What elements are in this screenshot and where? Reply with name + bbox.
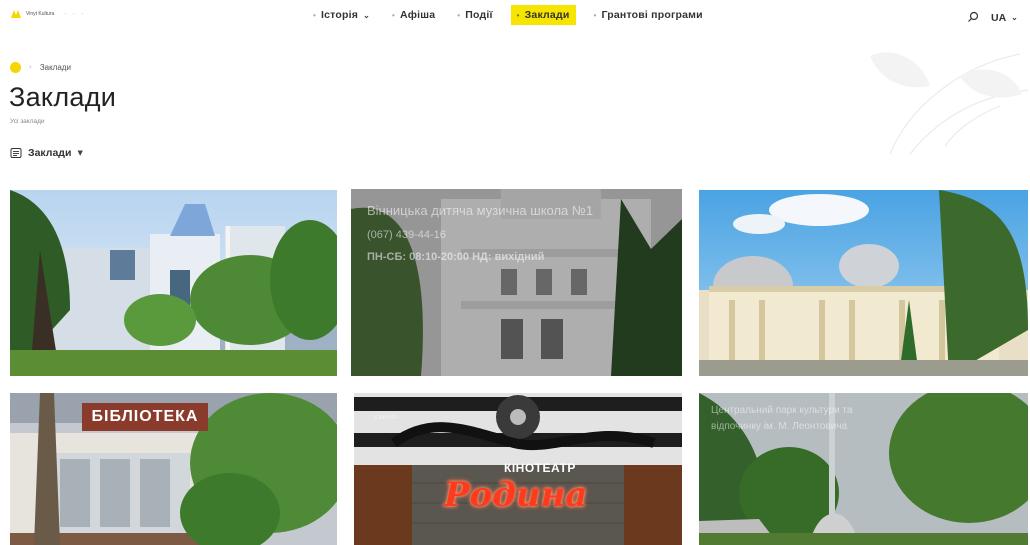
- nav-item-grants[interactable]: • Грантові програми: [590, 5, 707, 25]
- card-music-school[interactable]: Вінницька дитяча музична школа №1 (067) …: [351, 189, 682, 376]
- caret-down-icon: ▼: [77, 149, 83, 157]
- breadcrumb-current: Заклади: [39, 62, 71, 72]
- search-icon[interactable]: [967, 8, 979, 27]
- nav-label: Грантові програми: [601, 9, 703, 21]
- page-subtitle: Усі заклади: [10, 118, 45, 125]
- language-switcher[interactable]: UA ⌄: [991, 12, 1018, 24]
- nav-label: Афіша: [399, 9, 436, 21]
- logo-text: Vinyt Kultura: [26, 10, 55, 17]
- filter-label: Заклади: [28, 147, 72, 159]
- home-icon[interactable]: [10, 61, 21, 73]
- card-overlay-title: Вінницька дитяча музична школа №1: [367, 203, 594, 218]
- breadcrumb: › Заклади: [10, 61, 71, 73]
- nav-bullet-icon: •: [516, 10, 520, 20]
- chevron-down-icon: ⌄: [363, 10, 370, 20]
- card-overlay-phone: (067) 439-44-16: [367, 229, 446, 241]
- venue-photo: [699, 190, 1028, 376]
- card-museum-domed[interactable]: [699, 190, 1028, 376]
- category-filter[interactable]: Заклади ▼: [10, 146, 83, 160]
- site-logo[interactable]: Vinyt Kultura · · ·: [10, 9, 85, 19]
- nav-item-history[interactable]: • Історія ⌄: [309, 5, 374, 25]
- card-library[interactable]: БІБЛІОТЕКА: [10, 393, 337, 545]
- page-title: Заклади: [9, 82, 117, 112]
- nav-label: Події: [465, 9, 493, 21]
- library-sign: БІБЛІОТЕКА: [82, 403, 208, 431]
- card-overlay-hours: ПН-СБ: 08:10-20:00 НД: вихідний: [367, 251, 545, 263]
- filter-list-icon: [10, 148, 22, 158]
- nav-label: Історія: [321, 9, 359, 21]
- cinema-caption: КІНОТЕАТР: [504, 461, 576, 475]
- nav-bullet-icon: •: [457, 10, 461, 20]
- chevron-right-icon: ›: [29, 63, 32, 71]
- card-overlay-title: Центральний парк культури та: [711, 405, 853, 416]
- logo-dots: · · ·: [64, 10, 86, 18]
- card-park[interactable]: Центральний парк культури та відпочинку …: [699, 393, 1028, 545]
- header-tools: UA ⌄: [967, 8, 1018, 27]
- leaf-decoration-icon: [870, 52, 1029, 155]
- card-overlay-subtitle: відпочинку ім. М. Леонтовича: [711, 421, 848, 432]
- nav-bullet-icon: •: [593, 10, 597, 20]
- nav-item-venues[interactable]: • Заклади: [510, 5, 576, 25]
- nav-item-afisha[interactable]: • Афіша: [388, 5, 439, 25]
- site-header: Vinyt Kultura · · · • Історія ⌄ • Афіша …: [0, 0, 1030, 34]
- main-nav: • Історія ⌄ • Афіша • Події • Заклади • …: [309, 5, 721, 25]
- venue-photo: [10, 190, 337, 376]
- logo-icon: [10, 9, 22, 19]
- card-cinema[interactable]: CINEMA КІНОТЕАТР Родина: [354, 393, 682, 545]
- nav-item-events[interactable]: • Події: [453, 5, 496, 25]
- cinema-name-neon: Родина: [444, 475, 588, 515]
- nav-bullet-icon: •: [391, 10, 395, 20]
- language-label: UA: [991, 11, 1007, 24]
- chevron-down-icon: ⌄: [1011, 13, 1018, 22]
- card-art-building[interactable]: [10, 190, 337, 376]
- cinema-tag-text: CINEMA: [374, 415, 398, 421]
- nav-label: Заклади: [524, 9, 570, 21]
- nav-bullet-icon: •: [313, 10, 317, 20]
